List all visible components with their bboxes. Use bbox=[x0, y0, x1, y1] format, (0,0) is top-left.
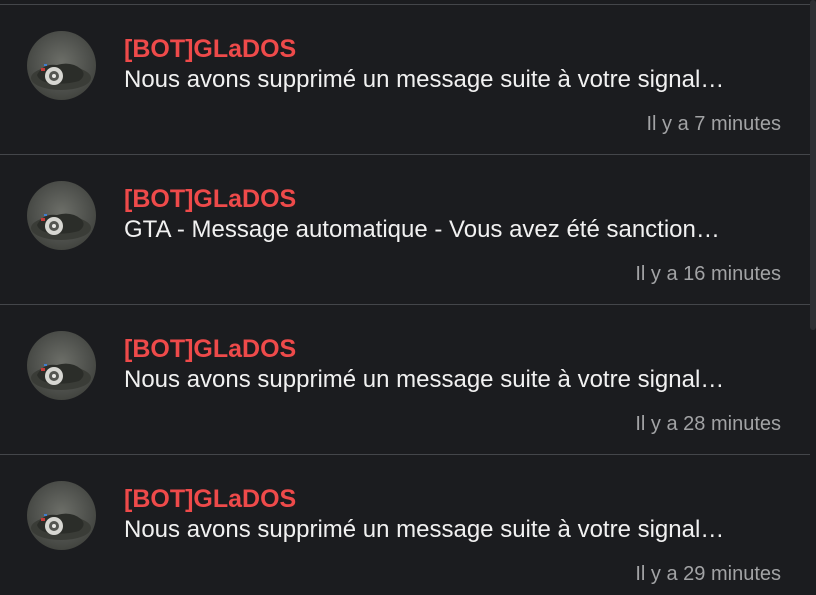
glados-avatar-icon bbox=[27, 181, 96, 250]
notification-message: GTA - Message automatique - Vous avez ét… bbox=[124, 216, 720, 243]
notification-message: Nous avons supprimé un message suite à v… bbox=[124, 66, 725, 93]
glados-avatar-icon bbox=[27, 31, 96, 100]
scrollbar-thumb[interactable] bbox=[810, 0, 816, 330]
notification-item[interactable]: [BOT]GLaDOS Nous avons supprimé un messa… bbox=[0, 455, 810, 595]
glados-avatar-icon bbox=[27, 481, 96, 550]
notification-time: Il y a 16 minutes bbox=[635, 263, 781, 285]
notification-time: Il y a 29 minutes bbox=[635, 563, 781, 585]
notification-author: [BOT]GLaDOS bbox=[124, 185, 297, 213]
notification-author: [BOT]GLaDOS bbox=[124, 485, 297, 513]
notification-message: Nous avons supprimé un message suite à v… bbox=[124, 366, 725, 393]
notifications-panel: [BOT]GLaDOS Nous avons supprimé un messa… bbox=[0, 0, 816, 595]
notification-list: [BOT]GLaDOS Nous avons supprimé un messa… bbox=[0, 5, 810, 595]
notification-time: Il y a 7 minutes bbox=[646, 113, 781, 135]
notification-author: [BOT]GLaDOS bbox=[124, 335, 297, 363]
notification-item[interactable]: [BOT]GLaDOS GTA - Message automatique - … bbox=[0, 155, 810, 305]
scrollbar[interactable] bbox=[810, 0, 816, 595]
notification-item[interactable]: [BOT]GLaDOS Nous avons supprimé un messa… bbox=[0, 5, 810, 155]
notification-author: [BOT]GLaDOS bbox=[124, 35, 297, 63]
notification-message: Nous avons supprimé un message suite à v… bbox=[124, 516, 725, 543]
notification-time: Il y a 28 minutes bbox=[635, 413, 781, 435]
notification-item[interactable]: [BOT]GLaDOS Nous avons supprimé un messa… bbox=[0, 305, 810, 455]
glados-avatar-icon bbox=[27, 331, 96, 400]
